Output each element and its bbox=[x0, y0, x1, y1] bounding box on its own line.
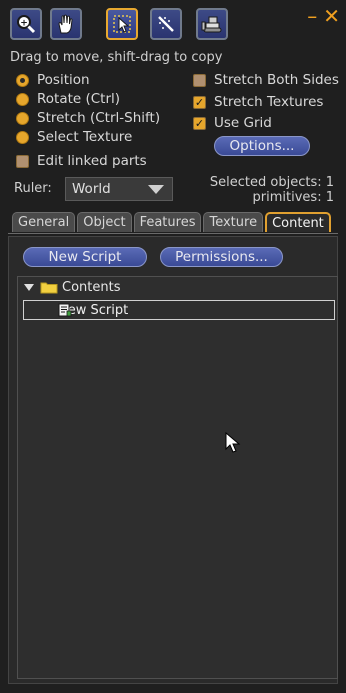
folder-icon bbox=[40, 282, 58, 293]
radio-button[interactable] bbox=[16, 130, 29, 144]
create-tool-button[interactable] bbox=[150, 8, 182, 40]
move-tool-button[interactable] bbox=[50, 8, 82, 40]
checkbox[interactable] bbox=[16, 154, 29, 168]
tab-divider bbox=[8, 233, 338, 234]
mode-label: Position bbox=[37, 72, 90, 88]
mode-label: Stretch (Ctrl-Shift) bbox=[37, 110, 161, 126]
mode-rotate[interactable]: Rotate (Ctrl) bbox=[16, 90, 120, 108]
checkbox-label: Use Grid bbox=[214, 115, 272, 131]
tab-object[interactable]: Object bbox=[77, 212, 132, 232]
tab-bar: General Object Features Texture Content bbox=[12, 212, 333, 234]
stretch-textures[interactable]: ✓ Stretch Textures bbox=[193, 93, 323, 111]
land-tool-button[interactable] bbox=[196, 8, 228, 40]
checkbox-label: Stretch Textures bbox=[214, 94, 324, 110]
checkbox-label: Edit linked parts bbox=[37, 153, 147, 169]
window-controls: – ✕ bbox=[301, 4, 340, 28]
minimize-icon[interactable]: – bbox=[307, 4, 317, 28]
folder-label: Contents bbox=[62, 279, 121, 295]
bulldozer-icon bbox=[201, 16, 222, 33]
ruler-select[interactable]: World bbox=[65, 177, 173, 201]
chevron-down-icon bbox=[148, 185, 164, 194]
tab-texture[interactable]: Texture bbox=[203, 212, 264, 232]
primitives-count: primitives: 1 bbox=[252, 190, 334, 205]
mouse-pointer-icon bbox=[225, 432, 241, 453]
checkbox[interactable]: ✓ bbox=[193, 116, 206, 130]
inventory-list[interactable] bbox=[17, 276, 338, 679]
hand-icon bbox=[58, 14, 73, 34]
drag-hint: Drag to move, shift-drag to copy bbox=[10, 50, 223, 65]
radio-button[interactable] bbox=[16, 111, 29, 125]
checkbox[interactable] bbox=[193, 73, 206, 87]
svg-text:+: + bbox=[20, 19, 28, 29]
checkbox[interactable]: ✓ bbox=[193, 95, 206, 109]
stretch-both-sides[interactable]: Stretch Both Sides bbox=[193, 71, 339, 89]
selection-info: Selected objects: 1 primitives: 1 bbox=[210, 175, 334, 205]
script-icon bbox=[58, 303, 72, 317]
focus-tool-button[interactable]: + bbox=[10, 8, 42, 40]
tab-features[interactable]: Features bbox=[133, 212, 202, 232]
options-button[interactable]: Options... bbox=[214, 136, 310, 156]
expand-arrow-icon[interactable] bbox=[24, 283, 34, 291]
use-grid[interactable]: ✓ Use Grid bbox=[193, 114, 272, 132]
edit-linked-parts[interactable]: Edit linked parts bbox=[16, 152, 147, 170]
new-script-button[interactable]: New Script bbox=[23, 247, 147, 267]
tab-general[interactable]: General bbox=[12, 212, 76, 232]
ruler-value: World bbox=[72, 181, 111, 197]
edit-tool-button[interactable] bbox=[106, 8, 138, 40]
mode-label: Rotate (Ctrl) bbox=[37, 91, 121, 107]
arrow-cursor-icon bbox=[113, 15, 131, 33]
checkbox-label: Stretch Both Sides bbox=[214, 72, 339, 88]
magnifier-icon: + bbox=[17, 15, 36, 34]
build-tools-panel: + – ✕ Drag to move, shift-drag to copy P… bbox=[0, 0, 346, 693]
contents-folder[interactable]: Contents bbox=[24, 279, 120, 295]
radio-button[interactable] bbox=[16, 92, 29, 106]
mode-select-texture[interactable]: Select Texture bbox=[16, 128, 132, 146]
tab-content[interactable]: Content bbox=[265, 212, 331, 232]
mode-label: Select Texture bbox=[37, 129, 133, 145]
mode-position[interactable]: Position bbox=[16, 71, 90, 89]
permissions-button[interactable]: Permissions... bbox=[160, 247, 283, 267]
ruler-label: Ruler: bbox=[14, 181, 52, 196]
inventory-item[interactable]: New Script bbox=[23, 300, 335, 320]
mode-stretch[interactable]: Stretch (Ctrl-Shift) bbox=[16, 109, 160, 127]
radio-button[interactable] bbox=[16, 73, 29, 87]
selected-objects-count: Selected objects: 1 bbox=[209, 175, 334, 190]
close-icon[interactable]: ✕ bbox=[323, 4, 340, 28]
magic-wand-icon bbox=[158, 16, 174, 32]
